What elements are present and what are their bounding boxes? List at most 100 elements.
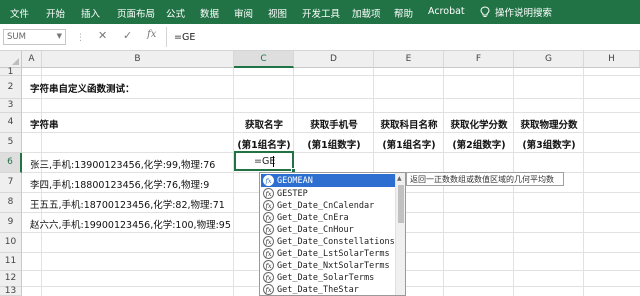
data-cell-b6[interactable]: 张三,手机:13900123456,化学:99,物理:76 [30,157,215,171]
header-get-phone[interactable]: 获取手机号 [294,117,374,131]
function-icon: fx [263,224,274,235]
function-icon: fx [263,272,274,283]
scroll-up-icon[interactable]: ▲ [397,175,402,182]
row-header-11[interactable]: 11 [0,253,22,271]
column-header-e[interactable]: E [374,51,444,68]
subheader-f[interactable]: (第2组数字) [444,137,514,151]
gridline [22,75,640,76]
column-header-c[interactable]: C [234,51,294,68]
lightbulb-icon [480,6,490,17]
autocomplete-item-label: Get_Date_CnEra [277,212,349,223]
chevron-down-icon[interactable]: ▼ [57,32,62,40]
function-icon: fx [263,248,274,259]
function-icon: fx [263,236,274,247]
tab-insert[interactable]: 插入 [81,6,100,20]
column-header-a[interactable]: A [22,51,42,68]
row-header-10[interactable]: 10 [0,233,22,253]
gridline [22,152,640,153]
header-get-subject[interactable]: 获取科目名称 [374,117,444,131]
data-cell-b7[interactable]: 李四,手机:18800123456,化学:76,物理:9 [30,177,209,191]
row-header-13[interactable]: 13 [0,287,22,296]
tab-data[interactable]: 数据 [200,6,219,20]
function-icon: fx [263,175,274,186]
tell-me-search[interactable]: 操作说明搜索 [480,5,552,19]
name-box-value: SUM [7,32,26,42]
autocomplete-item-label: Get_Date_LstSolarTerms [277,248,390,259]
tab-view[interactable]: 视图 [268,6,287,20]
column-header-d[interactable]: D [294,51,374,68]
select-all-corner[interactable] [0,51,22,68]
tab-developer[interactable]: 开发工具 [302,6,340,20]
header-get-physics[interactable]: 获取物理分数 [514,117,584,131]
function-icon: fx [263,212,274,223]
tab-review[interactable]: 审阅 [234,6,253,20]
row-header-1[interactable]: 1 [0,68,22,77]
subheader-c[interactable]: (第1组名字) [234,137,294,151]
tab-formulas[interactable]: 公式 [166,6,185,20]
subheader-e[interactable]: (第1组名字) [374,137,444,151]
tab-page-layout[interactable]: 页面布局 [117,6,155,20]
autocomplete-item-label: Get_Date_CnCalendar [277,200,375,211]
insert-function-icon[interactable]: fx [147,29,156,40]
enter-icon[interactable]: ✓ [123,29,132,42]
tab-file[interactable]: 文件 [10,6,29,20]
drag-handle-icon[interactable]: ⋮ [76,33,85,43]
header-get-chemistry[interactable]: 获取化学分数 [444,117,514,131]
ribbon-tab-bar: 文件 开始 插入 页面布局 公式 数据 审阅 视图 开发工具 加载项 帮助 Ac… [0,0,640,24]
autocomplete-item[interactable]: fx GEOMEAN [261,174,395,187]
row-header-6[interactable]: 6 [0,153,22,173]
formula-bar: SUM ▼ ⋮ ✕ ✓ fx =GE [0,24,640,51]
tab-help[interactable]: 帮助 [394,6,413,20]
gridline [583,68,584,296]
autocomplete-item[interactable]: fx Get_Date_TheStar [261,283,395,295]
autocomplete-item-label: Get_Date_Constellations [277,236,395,247]
data-cell-b9[interactable]: 赵六六,手机:19900123456,化学:100,物理:95 [30,217,231,231]
data-cell-b8[interactable]: 王五五,手机:18700123456,化学:82,物理:71 [30,197,225,211]
row-header-8[interactable]: 8 [0,193,22,213]
function-autocomplete-list[interactable]: fx GEOMEAN fx GESTEP fx Get_Date_CnCalendar… [259,172,406,296]
function-icon: fx [263,200,274,211]
row-header-12[interactable]: 12 [0,271,22,287]
formula-bar-divider [166,27,167,47]
header-get-name[interactable]: 获取名字 [234,117,294,131]
header-string[interactable]: 字符串 [30,117,59,131]
row-header-4[interactable]: 4 [0,113,22,133]
column-header-g[interactable]: G [514,51,584,68]
row-header-2[interactable]: 2 [0,76,22,99]
gridline [22,98,640,99]
tab-acrobat[interactable]: Acrobat [428,6,465,17]
autocomplete-item-label: Get_Date_NxtSolarTerms [277,260,390,271]
text-caret [273,156,274,167]
tab-addins[interactable]: 加载项 [352,6,381,20]
row-header-3[interactable]: 3 [0,99,22,113]
gridline [22,112,640,113]
column-header-b[interactable]: B [42,51,234,68]
function-tooltip: 返回一正数数组或数值区域的几何平均数 [406,172,564,186]
autocomplete-item-label: GEOMEAN [277,175,313,186]
autocomplete-item-label: Get_Date_SolarTerms [277,272,375,283]
column-header-h[interactable]: H [584,51,640,68]
subheader-g[interactable]: (第3组数字) [514,137,584,151]
cancel-icon[interactable]: ✕ [98,29,107,42]
scrollbar-thumb[interactable] [398,185,404,223]
autocomplete-item-label: GESTEP [277,188,308,199]
sheet-title[interactable]: 字符串自定义函数测试： [30,81,135,95]
active-cell-c6[interactable]: =GE [234,151,296,173]
row-header-7[interactable]: 7 [0,173,22,193]
autocomplete-item-label: Get_Date_TheStar [277,284,359,295]
tell-me-label: 操作说明搜索 [495,8,553,19]
autocomplete-scrollbar[interactable]: ▲ [395,173,405,295]
name-box[interactable]: SUM ▼ [3,29,66,45]
function-icon: fx [263,188,274,199]
gridline [22,132,640,133]
row-header-9[interactable]: 9 [0,213,22,233]
function-icon: fx [263,284,274,295]
column-header-f[interactable]: F [444,51,514,68]
gridline [233,68,234,296]
autocomplete-item-label: Get_Date_CnHour [277,224,354,235]
row-header-5[interactable]: 5 [0,133,22,153]
tab-home[interactable]: 开始 [46,6,65,20]
function-icon: fx [263,260,274,271]
formula-input[interactable]: =GE [174,32,195,43]
subheader-d[interactable]: (第1组数字) [294,137,374,151]
